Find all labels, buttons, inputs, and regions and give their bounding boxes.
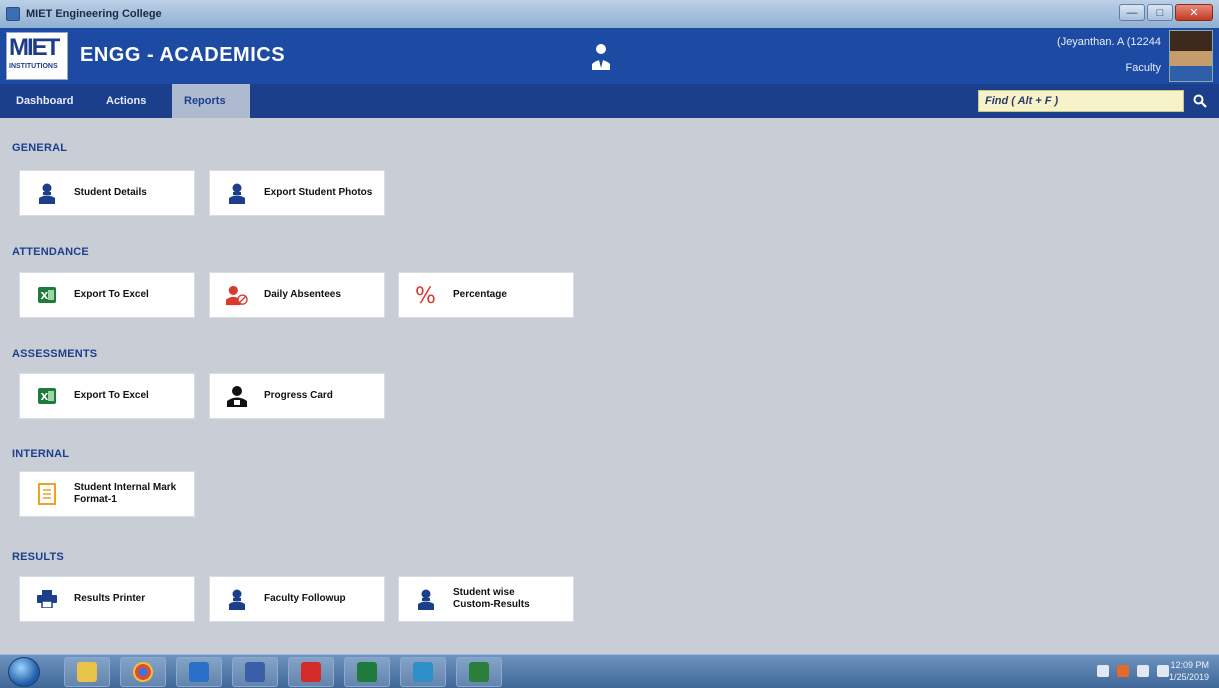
find-input[interactable]: Find ( Alt + F )	[978, 90, 1184, 112]
excel-icon: X	[36, 284, 58, 306]
nav-bar: Dashboard Actions Reports Find ( Alt + F…	[0, 84, 1219, 118]
report-student-internal-mark[interactable]: Student Internal Mark Format-1	[19, 471, 195, 517]
user-icon	[36, 182, 58, 204]
taskbar-explorer[interactable]	[64, 657, 110, 687]
avatar[interactable]	[1169, 30, 1213, 82]
logo-subtext: INSTITUTIONS	[9, 63, 58, 70]
system-tray	[1097, 665, 1169, 677]
card-label: Export Student Photos	[264, 187, 373, 198]
start-button[interactable]	[8, 657, 40, 687]
network-icon[interactable]	[1097, 665, 1109, 677]
minimize-button[interactable]: —	[1119, 4, 1145, 21]
card-label: Student Internal Mark Format-1	[74, 482, 177, 505]
chrome-icon	[133, 662, 153, 682]
section-title-general: GENERAL	[12, 142, 68, 154]
progress-card-icon	[226, 385, 248, 407]
app-title: ENGG - ACADEMICS	[80, 44, 286, 66]
taskbar-app[interactable]	[232, 657, 278, 687]
card-label: Student wise Custom-Results	[453, 587, 530, 610]
taskbar-green-app[interactable]	[456, 657, 502, 687]
taskbar-chrome[interactable]	[120, 657, 166, 687]
card-label: Student Details	[74, 187, 147, 198]
document-icon	[36, 483, 58, 505]
report-daily-absentees[interactable]: Daily Absentees	[209, 272, 385, 318]
section-title-assessments: ASSESSMENTS	[12, 348, 98, 360]
tab-actions[interactable]: Actions	[94, 84, 158, 118]
section-title-internal: INTERNAL	[12, 448, 70, 460]
taskbar-photos[interactable]	[400, 657, 446, 687]
user-icon	[226, 588, 248, 610]
report-results-printer[interactable]: Results Printer	[19, 576, 195, 622]
clock-time: 12:09 PM	[1170, 660, 1209, 670]
green-app-icon	[469, 662, 489, 682]
svg-text:X: X	[41, 291, 49, 302]
card-label: Progress Card	[264, 390, 333, 401]
percent-icon: %	[415, 284, 437, 306]
taskbar-media[interactable]	[176, 657, 222, 687]
app-icon	[6, 7, 20, 21]
flag-icon[interactable]	[1137, 665, 1149, 677]
red-app-icon	[301, 662, 321, 682]
excel-icon	[357, 662, 377, 682]
svg-text:X: X	[41, 392, 49, 403]
report-attendance-export-excel[interactable]: X Export To Excel	[19, 272, 195, 318]
notification-icon[interactable]	[1117, 665, 1129, 677]
report-assessments-export-excel[interactable]: X Export To Excel	[19, 373, 195, 419]
folder-icon	[77, 662, 97, 682]
close-button[interactable]: ✕	[1175, 4, 1213, 21]
logo-text: MIET	[9, 34, 60, 61]
absentee-icon	[226, 284, 248, 306]
user-icon	[226, 182, 248, 204]
printer-icon	[36, 588, 58, 610]
report-student-details[interactable]: Student Details	[19, 170, 195, 216]
user-name: (Jeyanthan. A (12244	[1057, 36, 1161, 48]
clock-date: 1/25/2019	[1168, 672, 1209, 682]
section-title-results: RESULTS	[12, 551, 64, 563]
card-label: Results Printer	[74, 593, 146, 604]
card-label: Export To Excel	[74, 289, 149, 300]
window-title: MIET Engineering College	[26, 8, 162, 20]
window-controls: — □ ✕	[1119, 4, 1213, 21]
report-student-wise-custom-results[interactable]: Student wise Custom-Results	[398, 576, 574, 622]
report-faculty-followup[interactable]: Faculty Followup	[209, 576, 385, 622]
user-profile-icon[interactable]	[590, 40, 612, 72]
user-icon	[415, 588, 437, 610]
search-icon	[1193, 94, 1207, 108]
taskbar-red-app[interactable]	[288, 657, 334, 687]
tab-dashboard[interactable]: Dashboard	[4, 84, 85, 118]
section-title-attendance: ATTENDANCE	[12, 246, 89, 258]
college-logo: MIET INSTITUTIONS	[6, 32, 68, 80]
card-label: Export To Excel	[74, 390, 149, 401]
app-header: MIET INSTITUTIONS ENGG - ACADEMICS (Jeya…	[0, 28, 1219, 84]
media-icon	[189, 662, 209, 682]
excel-icon: X	[36, 385, 58, 407]
card-label: Daily Absentees	[264, 289, 341, 300]
report-export-student-photos[interactable]: Export Student Photos	[209, 170, 385, 216]
card-label: Faculty Followup	[264, 593, 346, 604]
app-window-icon	[245, 662, 265, 682]
card-label: Percentage	[453, 289, 507, 300]
os-taskbar: 12:09 PM 1/25/2019	[0, 654, 1219, 688]
maximize-button[interactable]: □	[1147, 4, 1173, 21]
report-percentage[interactable]: % Percentage	[398, 272, 574, 318]
volume-icon[interactable]	[1157, 665, 1169, 677]
search-button[interactable]	[1188, 90, 1212, 112]
user-role: Faculty	[1125, 62, 1161, 74]
window-titlebar: MIET Engineering College — □ ✕	[0, 0, 1219, 28]
photos-icon	[413, 662, 433, 682]
report-progress-card[interactable]: Progress Card	[209, 373, 385, 419]
taskbar-clock[interactable]: 12:09 PM 1/25/2019	[1169, 659, 1209, 683]
taskbar-excel[interactable]	[344, 657, 390, 687]
tab-reports[interactable]: Reports	[172, 84, 250, 118]
svg-text:%: %	[415, 284, 436, 306]
